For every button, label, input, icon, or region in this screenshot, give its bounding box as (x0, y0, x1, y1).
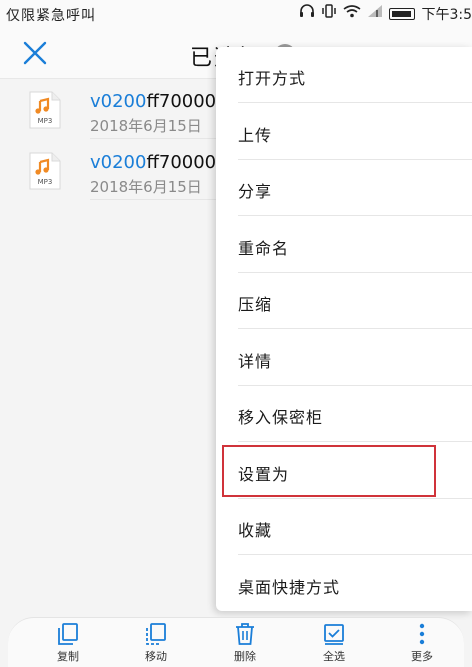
status-time: 下午3:5 (421, 7, 472, 23)
battery-icon (389, 8, 416, 20)
file-name-match: v0200 (90, 91, 147, 112)
more-button[interactable]: 更多 (392, 620, 452, 666)
move-label: 移动 (145, 650, 167, 663)
select-all-button[interactable]: 全选 (304, 620, 364, 666)
select-all-label: 全选 (323, 650, 345, 663)
vibrate-icon (321, 4, 337, 24)
move-button[interactable]: 移动 (126, 620, 186, 666)
file-name-match: v0200 (90, 152, 147, 173)
delete-label: 删除 (234, 650, 256, 663)
more-vertical-icon (392, 622, 452, 646)
delete-button[interactable]: 删除 (215, 620, 275, 666)
copy-button[interactable]: 复制 (38, 620, 98, 666)
menu-item-set-as[interactable]: 设置为 (216, 443, 472, 499)
wifi-icon (343, 4, 361, 24)
file-name-rest: ff70000 (146, 152, 217, 173)
trash-icon (215, 622, 275, 646)
more-label: 更多 (411, 650, 433, 663)
menu-item-compress[interactable]: 压缩 (216, 273, 472, 329)
menu-item-rename[interactable]: 重命名 (216, 217, 472, 273)
bottom-toolbar: 复制 移动 删除 全选 更多 (8, 617, 464, 667)
menu-item-move-to-safe[interactable]: 移入保密柜 (216, 386, 472, 442)
file-type-label: MP3 (38, 117, 53, 125)
close-icon[interactable] (20, 38, 50, 68)
status-bar: 仅限紧急呼叫 下午3:5 (0, 0, 472, 28)
mp3-file-icon: MP3 (28, 91, 62, 129)
menu-item-upload[interactable]: 上传 (216, 104, 472, 160)
headset-icon (299, 4, 315, 24)
overflow-menu: 打开方式 上传 分享 重命名 压缩 详情 移入保密柜 设置为 收藏 桌面快捷方式 (216, 47, 472, 611)
select-all-icon (304, 622, 364, 646)
status-emergency-text: 仅限紧急呼叫 (6, 8, 96, 24)
menu-item-open-with[interactable]: 打开方式 (216, 47, 472, 103)
move-icon (126, 622, 186, 646)
file-date: 2018年6月15日 (90, 178, 202, 196)
mp3-file-icon: MP3 (28, 152, 62, 190)
file-type-label: MP3 (38, 178, 53, 186)
signal-icon (367, 4, 383, 24)
file-date: 2018年6月15日 (90, 117, 202, 135)
file-name-rest: ff70000 (146, 91, 217, 112)
file-name: v0200ff70000 (90, 152, 216, 173)
menu-item-details[interactable]: 详情 (216, 330, 472, 386)
menu-item-favorite[interactable]: 收藏 (216, 499, 472, 555)
copy-icon (38, 622, 98, 646)
copy-label: 复制 (57, 650, 79, 663)
menu-item-share[interactable]: 分享 (216, 160, 472, 216)
file-name: v0200ff70000 (90, 91, 216, 112)
status-icons: 下午3:5 (299, 4, 472, 24)
menu-item-desktop-shortcut[interactable]: 桌面快捷方式 (216, 556, 472, 612)
